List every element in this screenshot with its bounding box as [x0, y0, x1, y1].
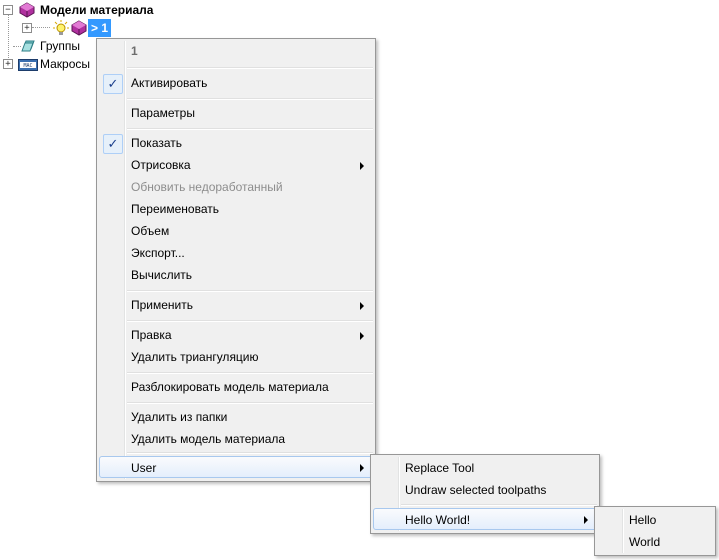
- macros-icon: MAC: [18, 58, 38, 76]
- submenu-arrow-icon: [584, 516, 588, 524]
- tree-label-stock-model-1[interactable]: > 1: [88, 19, 112, 37]
- menu-item-label: Правка: [131, 328, 172, 342]
- menu-item-unlock[interactable]: Разблокировать модель материала: [99, 376, 373, 398]
- menu-item-remove-from-folder[interactable]: Удалить из папки: [99, 406, 373, 428]
- menu-item-label: Hello World!: [405, 513, 471, 527]
- expand-icon[interactable]: +: [22, 23, 32, 33]
- menu-separator: [127, 290, 373, 292]
- menu-item-label: Удалить триангуляцию: [131, 350, 259, 364]
- menu-item-label: Replace Tool: [405, 461, 475, 475]
- menu-item-hello-world[interactable]: Hello World!: [373, 508, 597, 530]
- menu-item-volume[interactable]: Объем: [99, 220, 373, 242]
- menu-item-delete-triangulation[interactable]: Удалить триангуляцию: [99, 346, 373, 368]
- tree-connector: [32, 27, 50, 28]
- menu-item-calculate[interactable]: Вычислить: [99, 264, 373, 286]
- menu-item-show[interactable]: ✓ Показать: [99, 132, 373, 154]
- menu-item-parameters[interactable]: Параметры: [99, 102, 373, 124]
- expand-icon[interactable]: +: [3, 59, 13, 69]
- menu-item-label: World: [629, 535, 661, 549]
- menu-separator: [127, 372, 373, 374]
- tree-label-groups: Группы: [40, 39, 80, 53]
- menu-item-label: Отрисовка: [131, 158, 191, 172]
- submenu-arrow-icon: [360, 302, 364, 310]
- submenu-arrow-icon: [360, 464, 364, 472]
- menu-item-label: Разблокировать модель материала: [131, 380, 329, 394]
- menu-item-world[interactable]: World: [597, 531, 713, 553]
- menu-item-activate[interactable]: ✓ Активировать: [99, 72, 373, 94]
- menu-separator: [127, 402, 373, 404]
- menu-item-label: Удалить из папки: [131, 410, 228, 424]
- menu-item-label: Удалить модель материала: [131, 432, 286, 446]
- menu-item-label: Экспорт...: [131, 246, 185, 260]
- stock-models-icon: [18, 2, 36, 23]
- menu-item-rename[interactable]: Переименовать: [99, 198, 373, 220]
- menu-item-label: User: [131, 461, 157, 475]
- submenu-arrow-icon: [360, 162, 364, 170]
- menu-item-label: Активировать: [131, 76, 208, 90]
- hello-submenu: Hello World: [594, 506, 716, 556]
- menu-item-draw[interactable]: Отрисовка: [99, 154, 373, 176]
- groups-icon: [20, 38, 36, 59]
- checkmark-icon: ✓: [103, 74, 123, 94]
- menu-item-label: Переименовать: [131, 202, 219, 216]
- menu-item-undraw-toolpaths[interactable]: Undraw selected toolpaths: [373, 479, 597, 501]
- menu-item-label: Undraw selected toolpaths: [405, 483, 547, 497]
- menu-item-label: Показать: [131, 136, 183, 150]
- svg-text:MAC: MAC: [23, 63, 32, 69]
- checkmark-icon: ✓: [103, 134, 123, 154]
- menu-item-label: Объем: [131, 224, 170, 238]
- menu-item-apply[interactable]: Применить: [99, 294, 373, 316]
- menu-item-replace-tool[interactable]: Replace Tool: [373, 457, 597, 479]
- menu-item-label: Вычислить: [131, 268, 193, 282]
- menu-header: 1: [99, 40, 373, 62]
- collapse-icon[interactable]: −: [3, 5, 13, 15]
- menu-item-delete-stock-model[interactable]: Удалить модель материала: [99, 428, 373, 450]
- menu-header-label: 1: [131, 44, 138, 58]
- menu-separator: [401, 504, 597, 506]
- menu-item-edit[interactable]: Правка: [99, 324, 373, 346]
- tree-label-stock-models: Модели материала: [40, 3, 154, 17]
- menu-separator: [127, 128, 373, 130]
- submenu-arrow-icon: [360, 332, 364, 340]
- menu-item-hello[interactable]: Hello: [597, 509, 713, 531]
- menu-item-user[interactable]: User: [99, 456, 373, 478]
- menu-item-label: Применить: [131, 298, 194, 312]
- menu-separator: [127, 452, 373, 454]
- menu-item-update: Обновить недоработанный: [99, 176, 373, 198]
- menu-separator: [127, 67, 373, 69]
- context-menu: 1 ✓ Активировать Параметры ✓ Показать От…: [96, 38, 376, 482]
- menu-item-export[interactable]: Экспорт...: [99, 242, 373, 264]
- menu-separator: [127, 320, 373, 322]
- menu-item-label: Параметры: [131, 106, 195, 120]
- menu-separator: [127, 98, 373, 100]
- menu-item-label: Hello: [629, 513, 657, 527]
- user-submenu: Replace Tool Undraw selected toolpaths H…: [370, 454, 600, 534]
- tree-label-macros: Макросы: [40, 57, 91, 71]
- menu-item-label: Обновить недоработанный: [131, 180, 283, 194]
